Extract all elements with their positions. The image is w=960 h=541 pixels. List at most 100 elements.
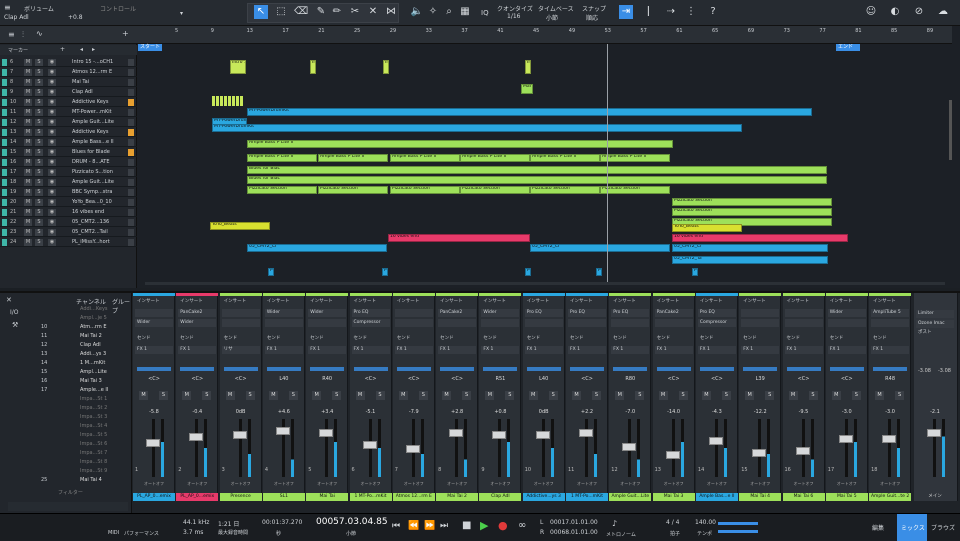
track-name[interactable]: Addictive Keys <box>72 128 128 137</box>
insert-slot-2[interactable]: Compressor <box>351 319 390 327</box>
solo-button[interactable]: S <box>288 391 298 400</box>
insert-header[interactable]: インサート <box>655 298 693 306</box>
solo-button[interactable]: S <box>35 229 43 236</box>
pan-bar[interactable] <box>786 367 821 371</box>
mute-button[interactable]: M <box>24 179 32 186</box>
solo-button[interactable]: S <box>375 391 385 400</box>
mute-button[interactable]: M <box>572 391 581 400</box>
mute-button[interactable]: M <box>24 139 32 146</box>
solo-button[interactable]: S <box>332 391 342 400</box>
channel-name[interactable]: 1 MT-Po...mKit <box>566 493 608 501</box>
volume-fader[interactable] <box>574 419 600 477</box>
pan-value[interactable]: <C> <box>789 376 819 382</box>
volume-fader[interactable] <box>271 419 297 477</box>
automation-mode[interactable]: オートオフ <box>481 481 519 487</box>
send-slot[interactable]: FX 1 <box>784 346 823 354</box>
view-toggle[interactable] <box>8 502 128 511</box>
monitor-button[interactable]: ◉ <box>48 219 56 226</box>
send-slot[interactable]: FX 1 <box>827 346 866 354</box>
automation-mode[interactable]: オートオフ <box>265 481 303 487</box>
volume-fader[interactable] <box>617 419 643 477</box>
track-name[interactable]: Atmos 12...rm E <box>72 68 128 77</box>
automation-mode[interactable]: オートオフ <box>871 481 909 487</box>
pan-bar[interactable] <box>743 367 778 371</box>
insert-slot-1[interactable]: PanCake2 <box>178 309 217 317</box>
track-select[interactable] <box>128 209 134 216</box>
mute-button[interactable]: M <box>182 391 192 400</box>
mute-button[interactable]: M <box>24 149 32 156</box>
track-select[interactable] <box>128 149 134 156</box>
channel-name[interactable]: Addictive...ys 3 <box>522 493 565 501</box>
arrangement-clip[interactable]: 05_CMT2_Cr <box>247 244 387 252</box>
send-slot[interactable]: FX 1 <box>611 346 650 354</box>
end-marker[interactable]: エンド <box>836 44 860 51</box>
volume-fader[interactable] <box>444 419 470 477</box>
solo-button[interactable]: S <box>462 391 472 400</box>
insert-header[interactable]: インサート <box>438 298 476 306</box>
listen-tool-icon[interactable]: 🔈 <box>410 5 424 19</box>
insert-slot-1[interactable] <box>135 309 173 317</box>
eraser-tool-icon[interactable]: ⌫ <box>294 5 308 19</box>
automation-mode[interactable]: オートオフ <box>222 481 260 487</box>
send-header[interactable]: センド <box>655 335 693 343</box>
solo-button[interactable]: S <box>159 391 168 400</box>
monitor-button[interactable]: ◉ <box>48 139 56 146</box>
arrangement-clip[interactable]: Intro 1 <box>383 60 389 74</box>
pan-bar[interactable] <box>440 367 475 371</box>
send-header[interactable]: センド <box>222 335 260 343</box>
monitor-button[interactable]: ◉ <box>48 99 56 106</box>
monitor-button[interactable]: ◉ <box>48 239 56 246</box>
automation-icon[interactable]: ∿ <box>36 29 43 38</box>
volume-fader[interactable] <box>877 419 903 477</box>
arrangement-clip[interactable]: Ample Bass P Lite II <box>600 154 670 162</box>
track-name[interactable]: Intro 15 -...oCH1 <box>72 58 128 67</box>
monitor-button[interactable]: ◉ <box>48 109 56 116</box>
insert-slot-1[interactable]: Pro EQ <box>611 309 650 317</box>
insert-slot-2[interactable]: Wider <box>178 319 217 327</box>
pan-value[interactable]: <C> <box>226 376 256 382</box>
solo-button[interactable]: S <box>895 391 905 400</box>
mixer-list-item[interactable]: Impa...St 6 <box>35 440 131 449</box>
channel-name[interactable]: PL_AP_0...emix <box>133 493 175 501</box>
paint-tool-icon[interactable]: ✏ <box>330 5 344 19</box>
mixer-list-item[interactable]: Impa...St 8 <box>35 458 131 467</box>
mixer-list-item[interactable]: 13 Addi...ys 3 <box>35 350 131 359</box>
loop-bracket-icon[interactable]: ⎸ <box>646 5 660 19</box>
insert-header[interactable]: インサート <box>828 298 866 306</box>
mute-button[interactable]: M <box>312 391 322 400</box>
monitor-volume-slider[interactable] <box>718 530 758 533</box>
send-slot[interactable]: FX 1 <box>741 346 780 354</box>
volume-fader[interactable] <box>704 419 730 477</box>
channel-name[interactable]: Atmos 12...rm E <box>392 493 435 501</box>
mute-button[interactable]: M <box>442 391 452 400</box>
send-header[interactable]: センド <box>438 335 476 343</box>
insert-header[interactable]: インサート <box>395 298 433 306</box>
arrangement-clip[interactable]: 05_CMT2_Cr <box>672 244 828 252</box>
time-seconds[interactable]: 00:01:37.270 <box>262 519 302 526</box>
send-header[interactable]: センド <box>611 335 649 343</box>
clip-hit[interactable] <box>224 96 227 106</box>
pan-value[interactable]: L39 <box>745 376 775 382</box>
automation-mode[interactable]: オートオフ <box>611 481 649 487</box>
monitor-button[interactable]: ◉ <box>48 119 56 126</box>
insert-header[interactable]: インサート <box>222 298 260 306</box>
track-row[interactable]: 15 M S ◉ Blues for Blade <box>0 148 137 157</box>
insert-slot-2[interactable]: Compressor <box>697 319 736 327</box>
start-marker[interactable]: スタート <box>138 44 162 51</box>
send-header[interactable]: センド <box>395 335 433 343</box>
mute-button[interactable]: M <box>24 229 32 236</box>
track-name[interactable]: BBC Symp...stra <box>72 188 128 197</box>
monitor-button[interactable]: ◉ <box>48 209 56 216</box>
track-row[interactable]: 10 M S ◉ Addictive Keys <box>0 98 137 107</box>
automation-mode[interactable]: オートオフ <box>741 481 779 487</box>
arrangement-clip[interactable]: Mai T <box>521 84 533 94</box>
mixer-list-item[interactable]: Impa...St 1 <box>35 395 131 404</box>
clip-hit[interactable] <box>228 96 231 106</box>
list-icon[interactable]: ≡ <box>8 30 15 39</box>
send-header[interactable]: センド <box>265 335 303 343</box>
pan-value[interactable]: R48 <box>875 376 905 382</box>
arrangement-clip[interactable]: Pizzicato Section <box>672 198 832 206</box>
insert-slot-1[interactable] <box>741 309 780 317</box>
track-row[interactable]: 6 M S ◉ Intro 15 -...oCH1 <box>0 58 137 67</box>
solo-button[interactable]: S <box>202 391 212 400</box>
